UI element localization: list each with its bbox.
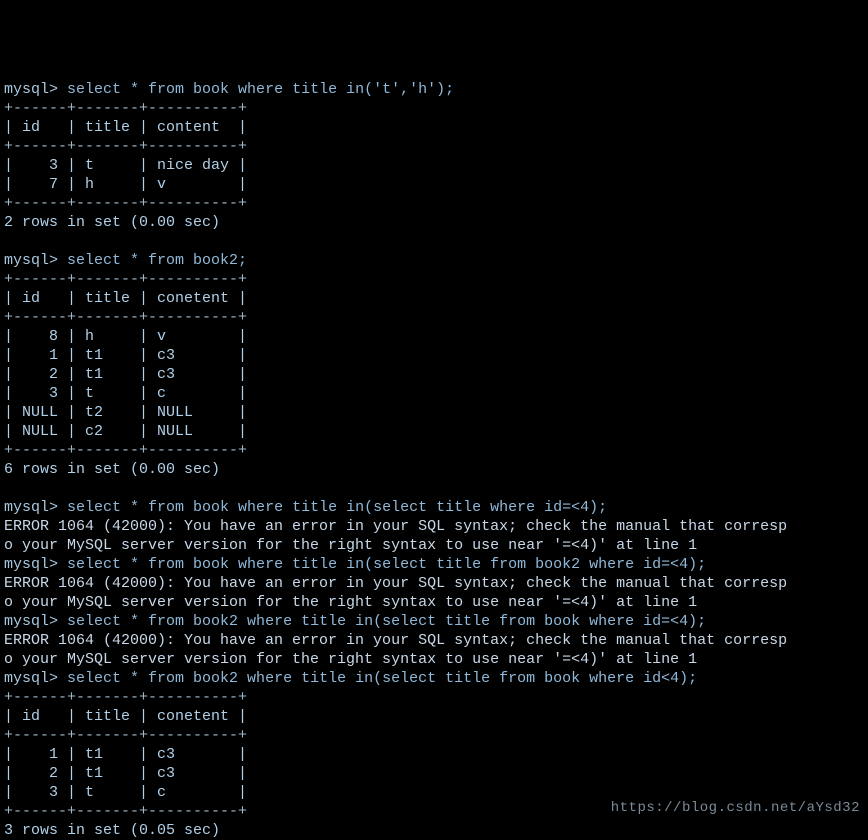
sql-query-4[interactable]: select * from book where title in(select…: [67, 556, 706, 573]
table-header-book2: | id | title | conetent |: [4, 290, 247, 307]
mysql-prompt: mysql>: [4, 613, 58, 630]
table-sep: +------+-------+----------+: [4, 100, 247, 117]
table-row: | 2 | t1 | c3 |: [4, 765, 247, 782]
mysql-prompt: mysql>: [4, 252, 58, 269]
table-header-book2filtered: | id | title | conetent |: [4, 708, 247, 725]
table-sep: +------+-------+----------+: [4, 689, 247, 706]
table-row: | 1 | t1 | c3 |: [4, 746, 247, 763]
table-row: | NULL | t2 | NULL |: [4, 404, 247, 421]
mysql-prompt: mysql>: [4, 499, 58, 516]
error-line: o your MySQL server version for the righ…: [4, 594, 697, 611]
rows-in-set: 3 rows in set (0.05 sec): [4, 822, 220, 839]
sql-query-1[interactable]: select * from book where title in('t','h…: [67, 81, 454, 98]
sql-query-6[interactable]: select * from book2 where title in(selec…: [67, 670, 697, 687]
table-row: | 7 | h | v |: [4, 176, 247, 193]
table-sep: +------+-------+----------+: [4, 442, 247, 459]
table-row: | 3 | t | c |: [4, 385, 247, 402]
sql-query-3[interactable]: select * from book where title in(select…: [67, 499, 607, 516]
table-row: | 2 | t1 | c3 |: [4, 366, 247, 383]
table-row: | NULL | c2 | NULL |: [4, 423, 247, 440]
table-sep: +------+-------+----------+: [4, 309, 247, 326]
mysql-prompt: mysql>: [4, 81, 58, 98]
table-sep: +------+-------+----------+: [4, 138, 247, 155]
error-line: ERROR 1064 (42000): You have an error in…: [4, 632, 787, 649]
table-header-book: | id | title | content |: [4, 119, 247, 136]
rows-in-set: 2 rows in set (0.00 sec): [4, 214, 220, 231]
mysql-prompt: mysql>: [4, 670, 58, 687]
table-sep: +------+-------+----------+: [4, 271, 247, 288]
sql-query-2[interactable]: select * from book2;: [67, 252, 247, 269]
table-sep: +------+-------+----------+: [4, 727, 247, 744]
table-sep: +------+-------+----------+: [4, 803, 247, 820]
watermark-url: https://blog.csdn.net/aYsd32: [611, 799, 860, 818]
rows-in-set: 6 rows in set (0.00 sec): [4, 461, 220, 478]
table-row: | 3 | t | c |: [4, 784, 247, 801]
sql-query-5[interactable]: select * from book2 where title in(selec…: [67, 613, 706, 630]
table-row: | 3 | t | nice day |: [4, 157, 247, 174]
table-sep: +------+-------+----------+: [4, 195, 247, 212]
error-line: o your MySQL server version for the righ…: [4, 537, 697, 554]
mysql-prompt: mysql>: [4, 556, 58, 573]
table-row: | 8 | h | v |: [4, 328, 247, 345]
error-line: o your MySQL server version for the righ…: [4, 651, 697, 668]
table-row: | 1 | t1 | c3 |: [4, 347, 247, 364]
error-line: ERROR 1064 (42000): You have an error in…: [4, 518, 787, 535]
error-line: ERROR 1064 (42000): You have an error in…: [4, 575, 787, 592]
